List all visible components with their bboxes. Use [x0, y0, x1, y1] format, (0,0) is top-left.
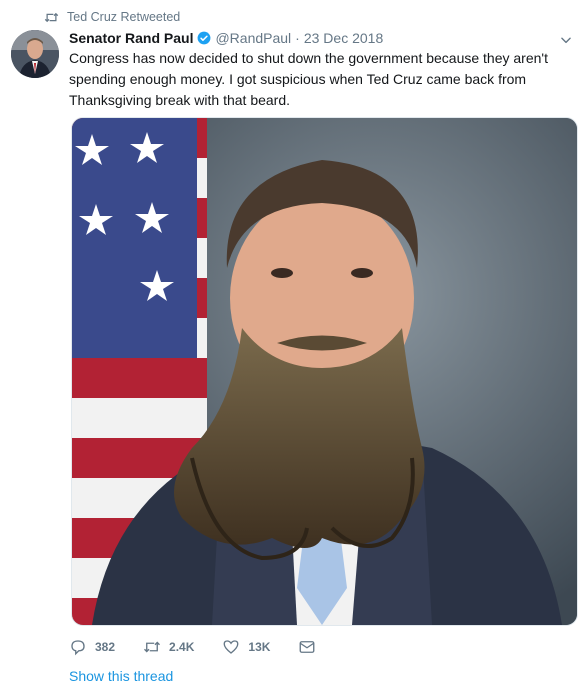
tweet-date[interactable]: 23 Dec 2018 [304, 29, 383, 47]
retweet-icon [144, 641, 161, 653]
retweet-action[interactable]: 2.4K [143, 638, 194, 656]
reply-action[interactable]: 382 [69, 638, 115, 656]
show-thread-link[interactable]: Show this thread [69, 668, 173, 684]
verified-icon [198, 31, 211, 45]
retweet-label: Ted Cruz Retweeted [67, 10, 181, 24]
tweet-actions: 382 2.4K 13K [69, 636, 324, 658]
tweet-header: Senator Rand Paul @RandPaul · 23 Dec 201… [69, 29, 567, 47]
chevron-down-icon[interactable] [559, 33, 573, 47]
heart-icon [223, 640, 239, 654]
tweet-image[interactable] [71, 117, 578, 626]
separator: · [295, 30, 300, 46]
tweet-text: Congress has now decided to shut down th… [69, 50, 548, 108]
retweet-context: Ted Cruz Retweeted [44, 8, 180, 26]
retweet-count: 2.4K [169, 640, 195, 654]
mail-icon [299, 641, 315, 653]
retweet-icon [44, 12, 59, 22]
reply-icon [71, 640, 85, 656]
author-name[interactable]: Senator Rand Paul [69, 29, 193, 47]
author-handle[interactable]: @RandPaul [215, 29, 291, 47]
direct-message-action[interactable] [298, 638, 324, 656]
avatar[interactable] [11, 30, 59, 78]
like-count: 13K [248, 640, 271, 654]
like-action[interactable]: 13K [222, 638, 270, 656]
reply-count: 382 [95, 640, 116, 654]
